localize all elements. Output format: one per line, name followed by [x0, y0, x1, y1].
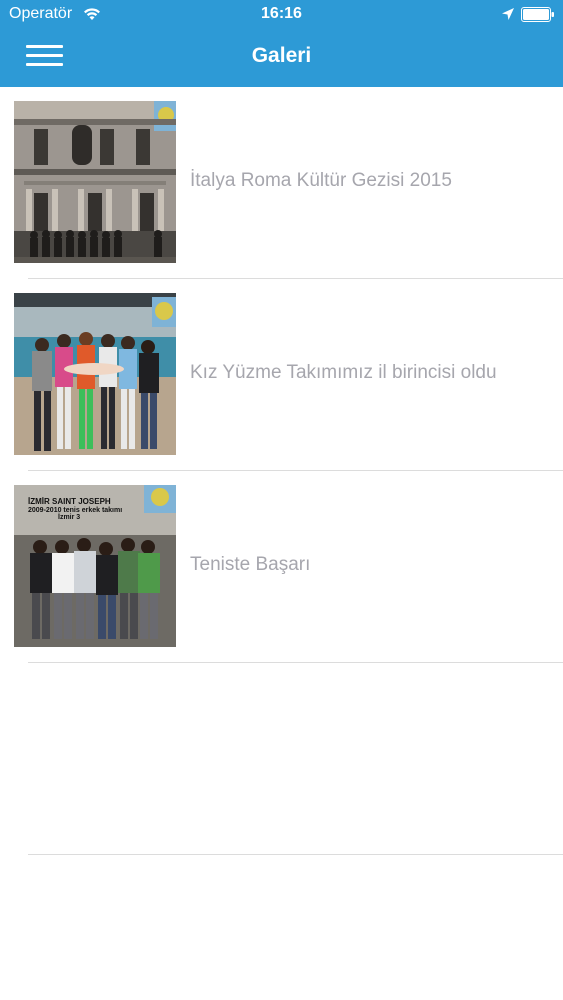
gallery-item-title: Teniste Başarı	[190, 554, 311, 575]
gallery-thumbnail-yuzme	[14, 293, 176, 455]
list-separator	[28, 662, 563, 663]
gallery-item-yuzme[interactable]: Kız Yüzme Takımımız il birincisi oldu	[0, 279, 563, 471]
gallery-thumbnail-roma	[14, 101, 176, 263]
status-time: 16:16	[261, 5, 302, 22]
svg-text:İzmir 3: İzmir 3	[58, 513, 80, 521]
gallery-item-tenis[interactable]: İZMİR SAINT JOSEPH 2009-2010 tenis erkek…	[0, 471, 563, 663]
gallery-thumbnail-tenis: İZMİR SAINT JOSEPH 2009-2010 tenis erkek…	[14, 485, 176, 647]
battery-icon	[521, 7, 555, 22]
location-icon	[501, 7, 515, 21]
status-bar: Operatör 16:16	[0, 0, 563, 28]
navigation-bar: Galeri	[0, 28, 563, 87]
page-title: Galeri	[251, 44, 312, 67]
gallery-item-roma[interactable]: İtalya Roma Kültür Gezisi 2015	[0, 87, 563, 279]
gallery-item-title: Kız Yüzme Takımımız il birincisi oldu	[190, 362, 497, 383]
gallery-item-title: İtalya Roma Kültür Gezisi 2015	[190, 170, 452, 191]
svg-text:2009-2010 tenis erkek takımı: 2009-2010 tenis erkek takımı	[28, 507, 122, 514]
svg-text:İZMİR SAINT JOSEPH: İZMİR SAINT JOSEPH	[28, 497, 111, 506]
list-separator	[28, 854, 563, 855]
